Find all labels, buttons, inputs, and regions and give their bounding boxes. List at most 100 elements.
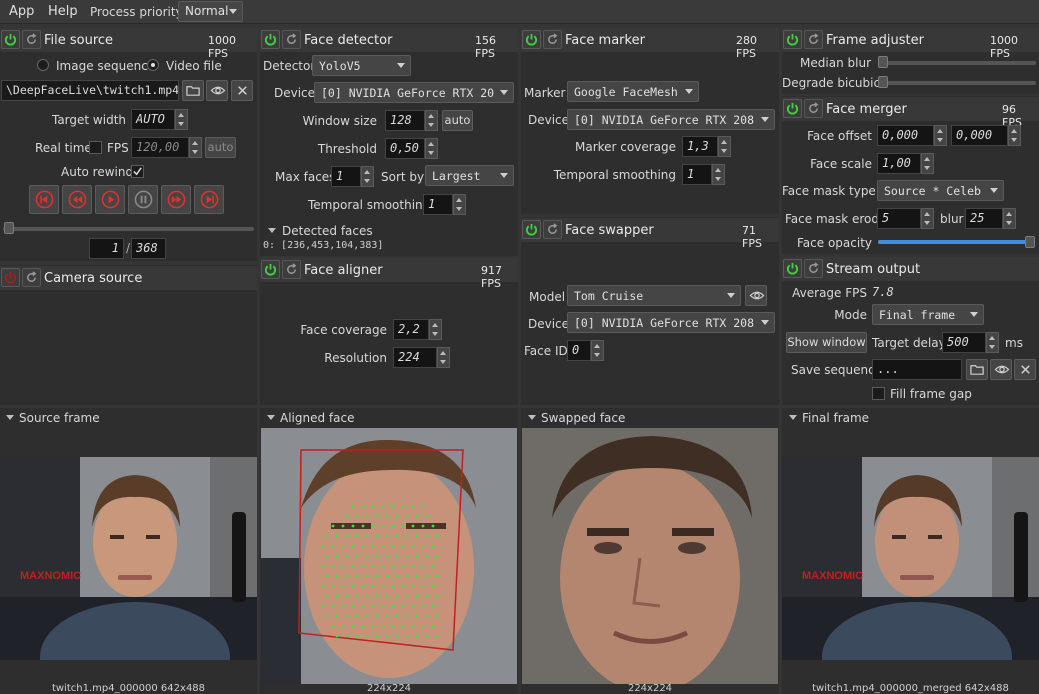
face-opacity-thumb[interactable] bbox=[1025, 236, 1035, 248]
fill-frame-gap-checkbox[interactable] bbox=[872, 387, 885, 400]
temporal-field[interactable]: 1 bbox=[423, 194, 453, 215]
face-opacity-slider[interactable] bbox=[878, 240, 1035, 244]
blur-stepper[interactable] bbox=[1003, 208, 1016, 229]
video-file-radio[interactable] bbox=[147, 59, 159, 71]
device-select[interactable]: [0] NVIDIA GeForce RTX 20 bbox=[314, 82, 514, 103]
threshold-stepper[interactable] bbox=[425, 138, 438, 159]
fps-auto-button[interactable]: auto bbox=[205, 137, 236, 158]
max-faces-stepper[interactable] bbox=[361, 166, 374, 187]
fps-field[interactable]: 120,00 bbox=[131, 137, 189, 158]
face-coverage-field[interactable]: 2,2 bbox=[393, 319, 429, 340]
collapse-icon[interactable] bbox=[268, 228, 276, 233]
target-width-stepper[interactable] bbox=[175, 109, 188, 130]
face-offset-x-field[interactable]: 0,000 bbox=[877, 125, 934, 146]
mask-type-select[interactable]: Source * Celeb bbox=[877, 180, 1004, 201]
resolution-field[interactable]: 224 bbox=[393, 347, 437, 368]
power-icon[interactable] bbox=[1, 30, 20, 49]
menu-help[interactable]: Help bbox=[48, 4, 78, 19]
seek-forward-button[interactable] bbox=[161, 185, 191, 214]
target-delay-stepper[interactable] bbox=[986, 332, 999, 353]
detector-select[interactable]: YoloV5 bbox=[312, 55, 411, 76]
target-delay-field[interactable]: 500 bbox=[942, 332, 986, 353]
refresh-icon[interactable] bbox=[22, 30, 41, 49]
show-window-button[interactable]: Show window bbox=[786, 332, 867, 353]
refresh-icon[interactable] bbox=[804, 259, 823, 278]
blur-field[interactable]: 25 bbox=[965, 208, 1003, 229]
model-select[interactable]: Tom Cruise bbox=[567, 285, 741, 306]
collapse-icon[interactable] bbox=[789, 415, 797, 420]
power-off-icon[interactable] bbox=[1, 268, 20, 287]
file-path-input[interactable]: \DeepFaceLive\twitch1.mp4 bbox=[1, 80, 179, 101]
max-faces-field[interactable]: 1 bbox=[331, 166, 361, 187]
eye-icon[interactable] bbox=[745, 285, 767, 306]
marker-coverage-field[interactable]: 1,3 bbox=[682, 136, 718, 157]
degrade-bicubic-thumb[interactable] bbox=[878, 76, 888, 88]
power-icon[interactable] bbox=[522, 30, 541, 49]
seek-begin-button[interactable] bbox=[29, 185, 59, 214]
collapse-icon[interactable] bbox=[528, 415, 536, 420]
face-id-stepper[interactable] bbox=[591, 340, 604, 361]
fps-stepper[interactable] bbox=[189, 137, 202, 158]
image-sequence-radio[interactable] bbox=[37, 59, 49, 71]
sort-by-select[interactable]: Largest bbox=[425, 165, 514, 186]
face-scale-field[interactable]: 1,00 bbox=[877, 153, 921, 174]
face-offset-y-stepper[interactable] bbox=[1008, 125, 1021, 146]
marker-select[interactable]: Google FaceMesh bbox=[567, 81, 699, 102]
menu-app[interactable]: App bbox=[9, 4, 34, 19]
timeline-slider[interactable] bbox=[3, 227, 254, 231]
mode-select[interactable]: Final frame bbox=[872, 304, 984, 325]
power-icon[interactable] bbox=[783, 99, 802, 118]
eye-icon[interactable] bbox=[990, 359, 1012, 380]
power-icon[interactable] bbox=[783, 259, 802, 278]
degrade-bicubic-slider[interactable] bbox=[878, 81, 1036, 85]
window-size-field[interactable]: 128 bbox=[385, 110, 425, 131]
refresh-icon[interactable] bbox=[543, 30, 562, 49]
window-size-stepper[interactable] bbox=[425, 110, 438, 131]
refresh-icon[interactable] bbox=[282, 30, 301, 49]
power-icon[interactable] bbox=[783, 30, 802, 49]
refresh-icon[interactable] bbox=[804, 99, 823, 118]
close-icon[interactable] bbox=[1014, 359, 1036, 380]
power-icon[interactable] bbox=[261, 30, 280, 49]
face-offset-x-stepper[interactable] bbox=[934, 125, 947, 146]
folder-icon[interactable] bbox=[182, 80, 204, 101]
temporal-stepper[interactable] bbox=[453, 194, 466, 215]
face-scale-stepper[interactable] bbox=[921, 153, 934, 174]
device-select[interactable]: [0] NVIDIA GeForce RTX 208 bbox=[567, 109, 775, 130]
refresh-icon[interactable] bbox=[543, 220, 562, 239]
folder-icon[interactable] bbox=[966, 359, 988, 380]
save-sequence-path[interactable]: ... bbox=[872, 359, 962, 380]
close-icon[interactable] bbox=[231, 80, 253, 101]
power-icon[interactable] bbox=[261, 260, 280, 279]
refresh-icon[interactable] bbox=[804, 30, 823, 49]
resolution-stepper[interactable] bbox=[437, 347, 450, 368]
median-blur-thumb[interactable] bbox=[878, 56, 888, 68]
seek-end-button[interactable] bbox=[194, 185, 224, 214]
collapse-icon[interactable] bbox=[6, 415, 14, 420]
temporal-field[interactable]: 1 bbox=[682, 164, 712, 185]
window-size-auto-button[interactable]: auto bbox=[442, 110, 473, 131]
priority-select[interactable]: Normal bbox=[178, 1, 243, 22]
pause-button[interactable] bbox=[128, 185, 158, 214]
realtime-checkbox[interactable] bbox=[89, 141, 102, 154]
refresh-icon[interactable] bbox=[282, 260, 301, 279]
mask-erode-field[interactable]: 5 bbox=[877, 208, 921, 229]
device-select[interactable]: [0] NVIDIA GeForce RTX 208 bbox=[567, 312, 775, 333]
face-id-field[interactable]: 0 bbox=[567, 340, 591, 361]
threshold-field[interactable]: 0,50 bbox=[385, 138, 425, 159]
mask-erode-stepper[interactable] bbox=[921, 208, 934, 229]
seek-back-button[interactable] bbox=[62, 185, 92, 214]
face-offset-y-field[interactable]: 0,000 bbox=[951, 125, 1008, 146]
refresh-icon[interactable] bbox=[22, 268, 41, 287]
face-coverage-stepper[interactable] bbox=[429, 319, 442, 340]
auto-rewind-checkbox[interactable] bbox=[131, 165, 144, 178]
temporal-stepper[interactable] bbox=[712, 164, 725, 185]
target-width-field[interactable]: AUTO bbox=[131, 109, 175, 130]
median-blur-slider[interactable] bbox=[878, 61, 1036, 65]
marker-coverage-stepper[interactable] bbox=[718, 136, 731, 157]
collapse-icon[interactable] bbox=[267, 415, 275, 420]
eye-icon[interactable] bbox=[206, 80, 228, 101]
power-icon[interactable] bbox=[522, 220, 541, 239]
play-button[interactable] bbox=[95, 185, 125, 214]
timeline-slider-thumb[interactable] bbox=[4, 222, 14, 234]
